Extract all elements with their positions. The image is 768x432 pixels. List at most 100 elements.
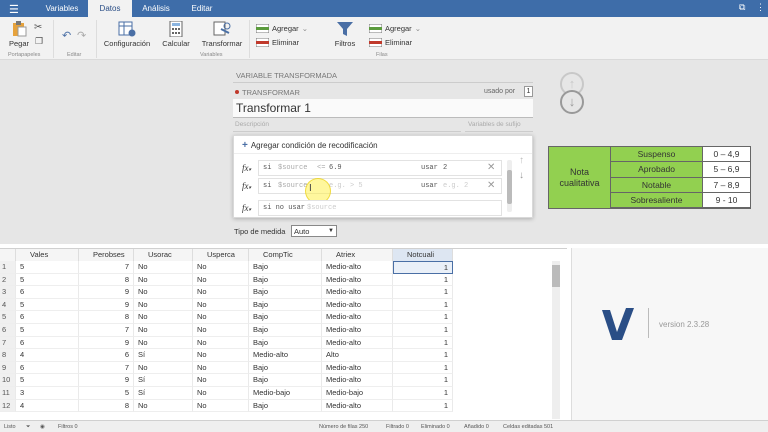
table-cell[interactable]: Medio-alto <box>322 273 393 287</box>
remove-row-button[interactable]: Eliminar <box>369 38 412 47</box>
table-cell[interactable]: No <box>193 298 249 312</box>
table-cell[interactable]: Medio-alto <box>322 361 393 375</box>
table-cell[interactable]: 8 <box>79 273 134 287</box>
table-cell[interactable]: No <box>193 399 249 413</box>
row-number[interactable]: 9 <box>0 361 16 375</box>
column-header[interactable]: Usperca <box>193 249 249 261</box>
table-cell[interactable]: No <box>134 273 193 287</box>
table-cell[interactable]: 5 <box>16 324 79 337</box>
row-number[interactable]: 12 <box>0 399 16 413</box>
table-cell[interactable]: Bajo <box>249 286 322 299</box>
table-cell[interactable]: Bajo <box>249 361 322 375</box>
table-cell[interactable]: Medio-alto <box>322 374 393 387</box>
table-cell[interactable]: Medio-alto <box>322 399 393 413</box>
table-cell[interactable]: 9 <box>79 298 134 312</box>
table-cell[interactable]: 7 <box>79 361 134 375</box>
move-up-icon[interactable]: ↑ <box>519 155 524 166</box>
row-number[interactable]: 1 <box>0 261 16 274</box>
condition-row-2[interactable]: si $source e.g. > 5 usar e.g. 2 <box>258 178 502 194</box>
condition-placeholder[interactable]: e.g. > 5 <box>329 182 363 190</box>
row-number[interactable]: 6 <box>0 324 16 337</box>
else-value[interactable]: $source <box>307 204 336 212</box>
table-cell[interactable]: Sí <box>134 387 193 400</box>
table-cell[interactable]: 6 <box>79 349 134 362</box>
hamburger-menu-icon[interactable]: ☰ <box>9 3 19 16</box>
compute-button[interactable]: Calcular <box>160 21 192 48</box>
condition-value[interactable]: 6.9 <box>329 164 342 172</box>
filter-icon[interactable]: ⏷ <box>26 424 30 431</box>
tab-variables[interactable]: Variables <box>36 0 88 17</box>
table-cell[interactable]: Medio-alto <box>322 336 393 350</box>
row-number[interactable]: 8 <box>0 349 16 362</box>
table-cell[interactable]: No <box>134 399 193 413</box>
table-cell[interactable]: No <box>134 324 193 337</box>
table-cell[interactable]: 3 <box>16 387 79 400</box>
cut-icon[interactable]: ✂ <box>34 22 42 33</box>
table-cell[interactable]: Medio-alto <box>322 261 393 274</box>
grid-vertical-scrollbar[interactable] <box>552 261 560 419</box>
arrow-down-circle-icon[interactable]: ↓ <box>560 90 584 114</box>
table-cell[interactable]: 6 <box>16 311 79 324</box>
table-cell[interactable]: Medio-alto <box>249 349 322 362</box>
table-cell[interactable]: Bajo <box>249 298 322 312</box>
table-cell[interactable]: No <box>193 349 249 362</box>
table-cell[interactable]: No <box>193 273 249 287</box>
table-cell[interactable]: Bajo <box>249 374 322 387</box>
table-cell[interactable]: 5 <box>79 387 134 400</box>
transform-name-input[interactable]: Transformar 1 <box>233 99 533 118</box>
column-header[interactable]: Atriex <box>322 249 393 261</box>
condition-scrollbar[interactable] <box>507 160 512 212</box>
table-cell[interactable]: Sí <box>134 374 193 387</box>
column-header[interactable]: Notcuali <box>393 249 453 261</box>
transform-button[interactable]: Transformar <box>199 21 245 48</box>
table-cell[interactable]: Bajo <box>249 336 322 350</box>
function-icon[interactable]: fx▾ <box>242 181 251 191</box>
table-cell[interactable]: No <box>134 286 193 299</box>
column-header[interactable]: Usorac <box>134 249 193 261</box>
table-cell[interactable]: 5 <box>16 273 79 287</box>
table-cell[interactable]: No <box>193 387 249 400</box>
table-cell[interactable]: Alto <box>322 349 393 362</box>
table-cell[interactable]: Bajo <box>249 261 322 274</box>
table-cell[interactable]: 1 <box>393 311 453 324</box>
table-cell[interactable]: No <box>193 336 249 350</box>
paste-button[interactable]: Pegar <box>6 21 32 48</box>
table-cell[interactable]: No <box>193 374 249 387</box>
table-cell[interactable]: Medio-bajo <box>322 387 393 400</box>
table-cell[interactable]: 1 <box>393 349 453 362</box>
table-cell[interactable]: 1 <box>393 261 453 274</box>
eye-icon[interactable]: ◉ <box>40 424 45 430</box>
table-cell[interactable]: 1 <box>393 374 453 387</box>
table-cell[interactable]: 6 <box>16 286 79 299</box>
delete-condition-icon[interactable]: ✕ <box>487 162 495 173</box>
table-cell[interactable]: Bajo <box>249 311 322 324</box>
table-cell[interactable]: 1 <box>393 286 453 299</box>
table-cell[interactable]: No <box>134 361 193 375</box>
column-header[interactable]: Vales <box>16 249 79 261</box>
copy-icon[interactable]: ❐ <box>35 36 43 47</box>
table-cell[interactable]: 4 <box>16 349 79 362</box>
redo-icon[interactable]: ↷ <box>77 29 86 42</box>
result-placeholder[interactable]: e.g. 2 <box>443 182 468 190</box>
table-cell[interactable]: Medio-alto <box>322 311 393 324</box>
table-cell[interactable]: No <box>134 311 193 324</box>
row-number[interactable]: 11 <box>0 387 16 400</box>
table-cell[interactable]: No <box>193 286 249 299</box>
row-number[interactable]: 7 <box>0 336 16 350</box>
more-options-icon[interactable]: ⋮ <box>756 2 765 13</box>
table-cell[interactable]: 1 <box>393 399 453 413</box>
row-number[interactable]: 10 <box>0 374 16 387</box>
table-cell[interactable]: Bajo <box>249 324 322 337</box>
table-cell[interactable]: Medio-alto <box>322 324 393 337</box>
table-cell[interactable]: 6 <box>16 336 79 350</box>
add-condition-button[interactable]: + Agregar condición de recodificación <box>242 140 378 151</box>
column-header[interactable]: CompTic <box>249 249 322 261</box>
table-cell[interactable]: No <box>193 361 249 375</box>
measure-type-select[interactable]: Auto ▼ <box>291 225 337 237</box>
setup-button[interactable]: Configuración <box>101 21 153 48</box>
table-cell[interactable]: No <box>193 311 249 324</box>
row-number[interactable]: 3 <box>0 286 16 299</box>
add-row-button[interactable]: Agregar ⌄ <box>369 24 421 33</box>
table-cell[interactable]: 5 <box>16 261 79 274</box>
table-cell[interactable]: 1 <box>393 273 453 287</box>
